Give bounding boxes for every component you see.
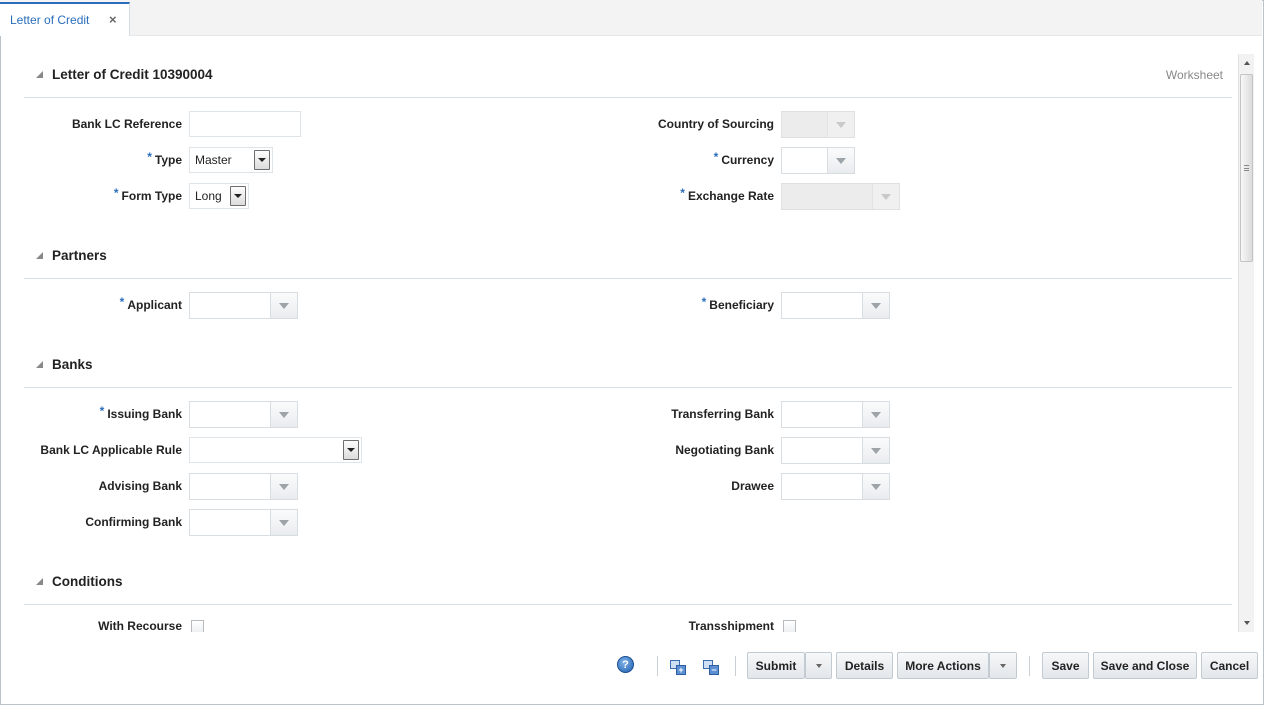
- section-title: Conditions: [52, 574, 123, 589]
- chevron-down-icon[interactable]: [862, 293, 889, 318]
- expand-all-icon[interactable]: +: [670, 660, 687, 676]
- transshipment-label: Transshipment: [688, 619, 774, 632]
- toolbar-separator: [657, 656, 658, 676]
- save-button[interactable]: Save: [1042, 652, 1089, 679]
- section-divider: [24, 604, 1232, 605]
- chevron-down-icon[interactable]: [343, 440, 359, 460]
- transferring-bank-combo[interactable]: [781, 401, 890, 428]
- with-recourse-checkbox[interactable]: [191, 620, 204, 632]
- section-title: Banks: [52, 357, 93, 372]
- submit-button[interactable]: Submit: [747, 652, 805, 679]
- form-type-select[interactable]: Long: [189, 183, 249, 209]
- details-button[interactable]: Details: [836, 652, 893, 679]
- section-divider: [24, 97, 1232, 98]
- chevron-down-icon[interactable]: [862, 438, 889, 463]
- collapse-triangle-icon[interactable]: [36, 252, 43, 259]
- chevron-down-icon[interactable]: [254, 150, 270, 170]
- section-header-conditions[interactable]: Conditions: [36, 574, 123, 589]
- applicant-label: * Applicant: [119, 295, 182, 312]
- currency-combo[interactable]: [781, 147, 855, 174]
- section-header-banks[interactable]: Banks: [36, 357, 93, 372]
- cancel-button[interactable]: Cancel: [1201, 652, 1258, 679]
- bank-lc-applicable-rule-select[interactable]: [189, 437, 362, 463]
- chevron-down-icon[interactable]: [862, 402, 889, 427]
- more-actions-dropdown-button[interactable]: [989, 652, 1017, 679]
- more-actions-button[interactable]: More Actions: [897, 652, 989, 679]
- advising-bank-label: Advising Bank: [98, 479, 182, 493]
- country-of-sourcing-combo: [781, 111, 855, 138]
- bank-lc-reference-input[interactable]: [189, 111, 301, 137]
- negotiating-bank-combo[interactable]: [781, 437, 890, 464]
- chevron-down-icon[interactable]: [270, 474, 297, 499]
- section-divider: [24, 278, 1232, 279]
- beneficiary-label: * Beneficiary: [701, 295, 774, 312]
- chevron-down-icon: [1000, 663, 1006, 668]
- transferring-bank-label: Transferring Bank: [671, 407, 774, 421]
- chevron-down-icon: [872, 184, 899, 209]
- applicant-combo[interactable]: [189, 292, 298, 319]
- type-select[interactable]: Master: [189, 147, 273, 173]
- country-of-sourcing-label: Country of Sourcing: [658, 117, 774, 131]
- chevron-down-icon[interactable]: [270, 402, 297, 427]
- scroll-up-icon[interactable]: [1239, 54, 1254, 72]
- chevron-down-icon: [827, 112, 854, 137]
- section-title: Partners: [52, 248, 107, 263]
- bank-lc-applicable-rule-label: Bank LC Applicable Rule: [40, 443, 182, 457]
- chevron-down-icon[interactable]: [827, 148, 854, 173]
- drawee-combo[interactable]: [781, 473, 890, 500]
- chevron-down-icon[interactable]: [230, 186, 246, 206]
- collapse-triangle-icon[interactable]: [36, 361, 43, 368]
- footer-toolbar: ? + − Submit Details More Actions Save S…: [0, 640, 1262, 704]
- collapse-triangle-icon[interactable]: [36, 578, 43, 585]
- form-content: Letter of Credit 10390004 Worksheet Bank…: [0, 36, 1238, 632]
- submit-dropdown-button[interactable]: [805, 652, 832, 679]
- tab-label: Letter of Credit: [10, 13, 90, 27]
- section-divider: [24, 387, 1232, 388]
- form-type-label: * Form Type: [113, 186, 182, 203]
- collapse-triangle-icon[interactable]: [36, 71, 43, 78]
- chevron-down-icon[interactable]: [270, 293, 297, 318]
- currency-label: * Currency: [713, 150, 774, 167]
- exchange-rate-combo: [781, 183, 900, 210]
- status-label: Worksheet: [1165, 68, 1223, 82]
- type-label: * Type: [147, 150, 182, 167]
- chevron-down-icon: [815, 663, 822, 668]
- toolbar-separator: [735, 656, 736, 676]
- chevron-down-icon[interactable]: [270, 510, 297, 535]
- collapse-all-icon[interactable]: −: [703, 660, 720, 676]
- advising-bank-combo[interactable]: [189, 473, 298, 500]
- chevron-down-icon[interactable]: [862, 474, 889, 499]
- vertical-scrollbar[interactable]: [1238, 54, 1254, 632]
- scroll-down-icon[interactable]: [1239, 614, 1254, 632]
- section-header-partners[interactable]: Partners: [36, 248, 107, 263]
- grip-icon: [1244, 165, 1249, 171]
- close-icon[interactable]: ×: [109, 12, 117, 27]
- drawee-label: Drawee: [731, 479, 774, 493]
- beneficiary-combo[interactable]: [781, 292, 890, 319]
- negotiating-bank-label: Negotiating Bank: [675, 443, 774, 457]
- tab-letter-of-credit[interactable]: Letter of Credit ×: [0, 2, 130, 36]
- transshipment-checkbox[interactable]: [783, 620, 796, 632]
- type-value: Master: [195, 153, 232, 167]
- tab-bar: Letter of Credit ×: [0, 0, 1262, 36]
- bank-lc-reference-label: Bank LC Reference: [71, 117, 182, 131]
- save-and-close-button[interactable]: Save and Close: [1093, 652, 1197, 679]
- section-header-letter-of-credit[interactable]: Letter of Credit 10390004: [36, 67, 213, 82]
- issuing-bank-label: * Issuing Bank: [99, 404, 182, 421]
- issuing-bank-combo[interactable]: [189, 401, 298, 428]
- confirming-bank-combo[interactable]: [189, 509, 298, 536]
- confirming-bank-label: Confirming Bank: [85, 515, 182, 529]
- form-type-value: Long: [195, 189, 222, 203]
- exchange-rate-label: * Exchange Rate: [680, 186, 774, 203]
- help-icon[interactable]: ?: [617, 656, 634, 673]
- toolbar-separator: [1029, 656, 1030, 676]
- with-recourse-label: With Recourse: [98, 619, 182, 632]
- scrollbar-thumb[interactable]: [1240, 74, 1253, 262]
- page-title: Letter of Credit 10390004: [52, 67, 213, 82]
